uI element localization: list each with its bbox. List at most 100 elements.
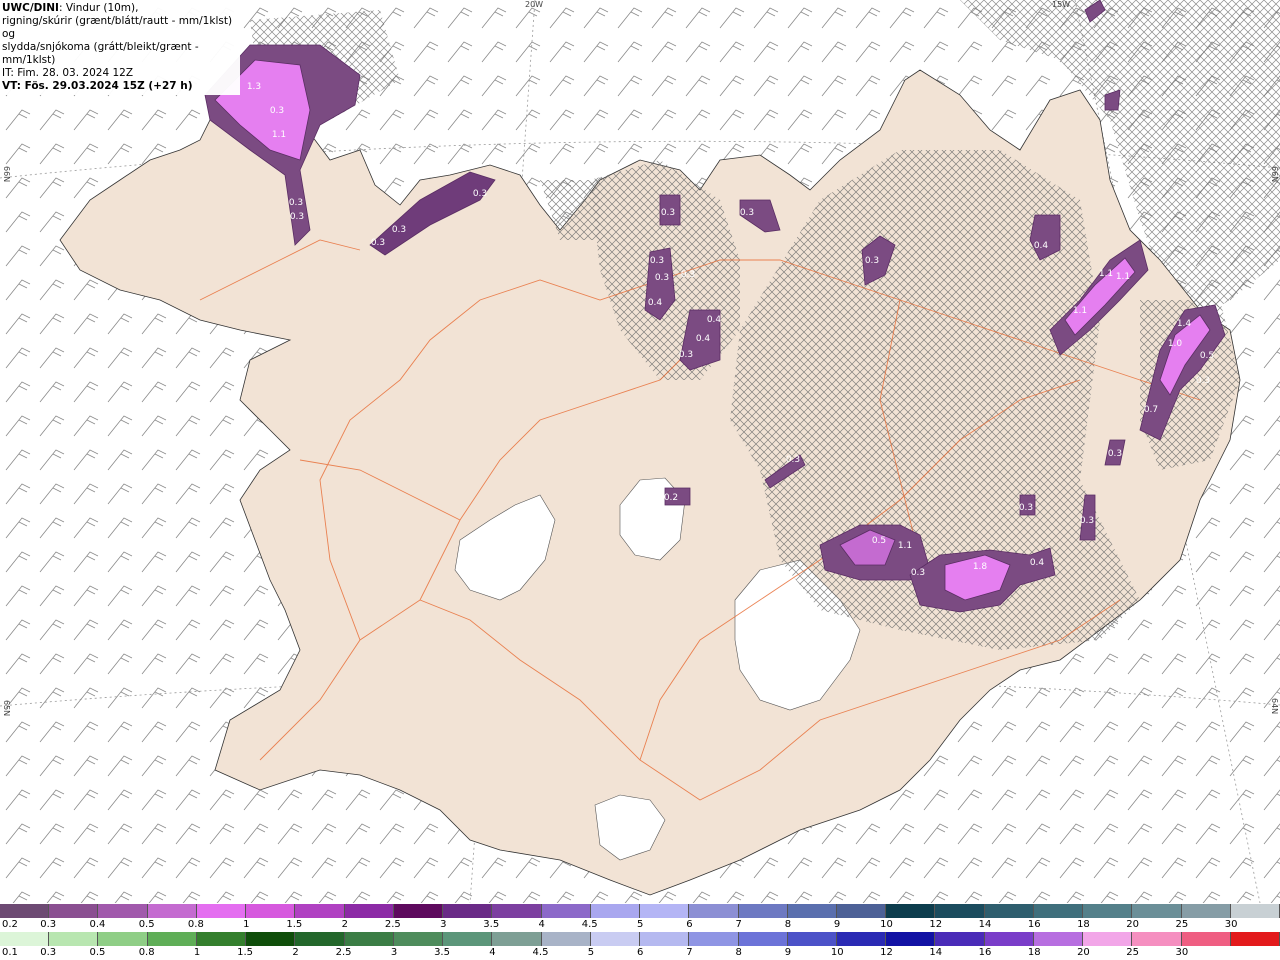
scale-swatch xyxy=(49,904,99,918)
precip-label: 0.3 xyxy=(290,212,304,222)
scale-label: 30 xyxy=(1224,919,1238,930)
scale-swatch xyxy=(836,932,887,946)
scale-swatch xyxy=(1132,932,1182,946)
scale-swatch xyxy=(147,904,197,918)
scale-label: 6 xyxy=(686,919,693,930)
scale-swatch xyxy=(98,904,148,918)
scale-label: 16 xyxy=(1027,919,1041,930)
scale-swatch xyxy=(738,904,788,918)
precip-label: 0.4 xyxy=(707,315,722,325)
scale-swatch xyxy=(0,904,50,918)
scale-swatch xyxy=(1181,904,1231,918)
scale-label: 3 xyxy=(390,947,398,958)
scale-label: 5 xyxy=(637,919,644,930)
scale-label: 5 xyxy=(587,947,595,958)
scale-label: 2 xyxy=(292,947,299,958)
scale-label: 3.5 xyxy=(434,947,450,958)
scale-swatch xyxy=(1033,904,1084,918)
precip-label: 0.3 xyxy=(392,225,406,235)
scale-label: 6 xyxy=(637,947,644,958)
scale-swatch xyxy=(640,904,690,918)
scale-swatch xyxy=(886,932,936,946)
scale-label: 0.3 xyxy=(40,919,57,930)
scale-label: 3.5 xyxy=(483,919,500,930)
color-scale-snow-labels: 0.2 0.3 0.4 0.5 0.8 1 1.5 2 2.5 3 3.5 4 4.5 5 6 7 8 9 10 12… xyxy=(0,919,1280,931)
scale-label: 20 xyxy=(1077,947,1090,958)
scale-label: 18 xyxy=(1027,947,1041,958)
scale-label: 4.5 xyxy=(581,919,598,930)
scale-label: 1 xyxy=(243,919,250,930)
scale-swatch xyxy=(1132,904,1182,918)
precip-label: 0.3 xyxy=(740,208,754,218)
scale-swatch xyxy=(541,932,591,946)
precip-label: 0.7 xyxy=(1144,405,1158,415)
scale-label: 1.5 xyxy=(237,947,254,958)
scale-label: 3 xyxy=(440,919,447,930)
scale-label: 14 xyxy=(929,947,943,958)
scale-label: 4 xyxy=(489,947,496,958)
scale-swatch xyxy=(984,904,1034,918)
scale-swatch xyxy=(246,932,296,946)
scale-label: 16 xyxy=(978,947,992,958)
scale-swatch xyxy=(49,932,99,946)
lat-label-left-1: 66N xyxy=(2,166,11,183)
precip-label: 0.3 xyxy=(1196,376,1210,386)
precip-label: 0.3 xyxy=(289,198,303,208)
scale-swatch xyxy=(935,932,985,946)
scale-label: 2.5 xyxy=(384,919,401,930)
precip-label: 1.1 xyxy=(272,130,286,140)
scale-swatch xyxy=(590,904,641,918)
valid-time: VT: Fös. 29.03.2024 15Z (+27 h) xyxy=(2,80,193,92)
scale-label: 14 xyxy=(978,919,992,930)
scale-swatch xyxy=(295,932,345,946)
scale-label: 0.5 xyxy=(89,947,106,958)
precip-label: 0.3 xyxy=(270,106,284,116)
scale-swatch xyxy=(492,932,542,946)
scale-label: 0.3 xyxy=(40,947,57,958)
scale-label: 10 xyxy=(830,947,844,958)
precip-label: 0.3 xyxy=(1108,449,1122,459)
scale-swatch xyxy=(1230,904,1280,918)
scale-label: 30 xyxy=(1175,947,1189,958)
map-title-box: UWC/DINI: Vindur (10m), rigning/skúrir (… xyxy=(0,0,240,95)
scale-swatch xyxy=(443,904,493,918)
lon-label-15w: 15W xyxy=(1052,0,1071,9)
scale-swatch xyxy=(196,932,247,946)
scale-swatch xyxy=(443,932,493,946)
color-scale-rain-labels: 0.1 0.3 0.5 0.8 1 1.5 2 2.5 3 3.5 4 4.5 5 6 7 8 9 10 12 14 1… xyxy=(0,947,1280,959)
scale-swatch xyxy=(344,904,394,918)
scale-swatch xyxy=(98,932,148,946)
scale-swatch xyxy=(1230,932,1280,946)
precip-label: 1.0 xyxy=(1168,339,1183,349)
scale-swatch xyxy=(147,932,197,946)
precip-label: 0.3 xyxy=(473,189,487,199)
scale-swatch xyxy=(393,904,444,918)
scale-swatch xyxy=(787,904,837,918)
precip-label: 0.3 xyxy=(371,238,385,248)
precip-label: 0.3 xyxy=(1080,516,1094,526)
scale-label: 25 xyxy=(1126,947,1140,958)
precip-label: 1.1 xyxy=(898,541,912,551)
precip-label: 0.3 xyxy=(681,270,695,280)
precip-label: 0.3 xyxy=(865,256,879,266)
scale-swatch xyxy=(590,932,641,946)
scale-label: 12 xyxy=(929,919,943,930)
scale-swatch xyxy=(0,932,50,946)
title-desc-1: : Vindur (10m), xyxy=(58,2,139,14)
precip-label: 1.3 xyxy=(247,82,261,92)
precip-label: 0.2 xyxy=(664,493,678,503)
precip-label: 0.4 xyxy=(1034,241,1049,251)
scale-label: 4.5 xyxy=(532,947,549,958)
scale-swatch xyxy=(196,904,247,918)
precip-label: 0.4 xyxy=(1030,558,1045,568)
scale-label: 8 xyxy=(735,947,742,958)
precip-label: 0.3 xyxy=(911,568,925,578)
precip-label: 0.4 xyxy=(648,298,663,308)
precip-label: 0.3 xyxy=(655,273,669,283)
scale-swatch xyxy=(492,904,542,918)
scale-label: 20 xyxy=(1126,919,1140,930)
scale-swatch xyxy=(886,904,936,918)
precip-label: 0.3 xyxy=(661,208,675,218)
scale-swatch xyxy=(689,904,739,918)
precip-label: 1.4 xyxy=(1177,319,1192,329)
